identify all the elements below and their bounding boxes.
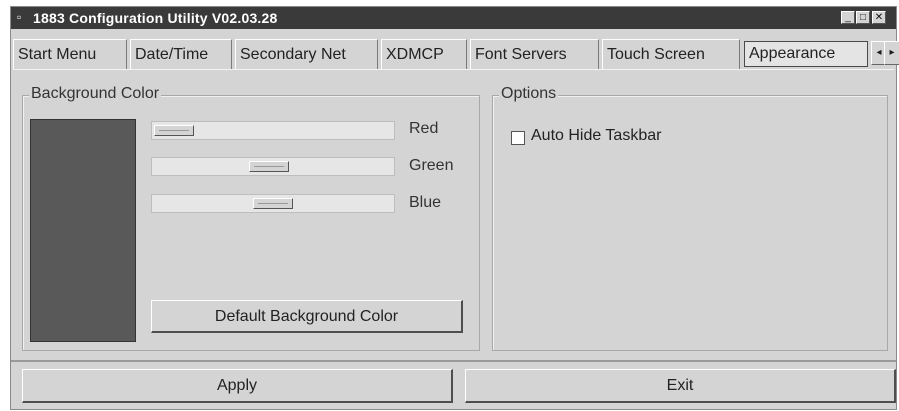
tab-strip: Start Menu Date/Time Secondary Net XDMCP… (13, 39, 899, 72)
tab-secondary-net[interactable]: Secondary Net (235, 39, 378, 69)
window-title: 1883 Configuration Utility V02.03.28 (33, 10, 278, 26)
tab-font-servers[interactable]: Font Servers (470, 39, 599, 69)
maximize-icon[interactable]: □ (856, 11, 870, 24)
button-label: Default Background Color (214, 308, 399, 325)
tab-label: Appearance (749, 45, 836, 62)
green-slider-thumb[interactable] (249, 161, 290, 172)
footer-separator (11, 360, 896, 362)
auto-hide-taskbar-label: Auto Hide Taskbar (531, 127, 662, 144)
tab-label: XDMCP (386, 46, 444, 63)
default-background-color-button[interactable]: Default Background Color (151, 300, 463, 333)
blue-slider-thumb[interactable] (253, 198, 293, 209)
tab-label: Secondary Net (240, 46, 346, 63)
apply-button[interactable]: Apply (22, 369, 453, 403)
background-color-title: Background Color (29, 85, 162, 103)
tab-label: Date/Time (135, 46, 209, 63)
blue-label: Blue (409, 194, 442, 211)
red-slider[interactable] (151, 121, 395, 140)
tab-label: Font Servers (475, 46, 567, 63)
title-bar[interactable]: ▫ 1883 Configuration Utility V02.03.28 _… (11, 7, 896, 29)
tab-date-time[interactable]: Date/Time (130, 39, 232, 69)
close-icon[interactable]: ✕ (872, 11, 886, 24)
tab-appearance[interactable]: Appearance (744, 41, 868, 67)
green-slider[interactable] (151, 157, 395, 176)
options-title: Options (499, 85, 559, 103)
tab-touch-screen[interactable]: Touch Screen (602, 39, 740, 69)
button-label: Exit (666, 377, 694, 394)
color-preview-swatch (30, 119, 136, 342)
auto-hide-taskbar-checkbox[interactable] (511, 131, 525, 145)
red-slider-thumb[interactable] (154, 125, 194, 136)
tab-label: Start Menu (18, 46, 97, 63)
exit-button[interactable]: Exit (465, 369, 896, 403)
configuration-window: ▫ 1883 Configuration Utility V02.03.28 _… (10, 6, 899, 410)
tab-label: Touch Screen (607, 46, 705, 63)
red-label: Red (409, 120, 439, 137)
blue-slider[interactable] (151, 194, 395, 213)
button-label: Apply (216, 377, 258, 394)
tab-start-menu[interactable]: Start Menu (13, 39, 127, 69)
tab-divider (13, 69, 894, 70)
tab-xdmcp[interactable]: XDMCP (381, 39, 467, 69)
minimize-icon[interactable]: _ (841, 11, 855, 24)
app-icon[interactable]: ▫ (17, 10, 21, 24)
green-label: Green (409, 157, 454, 174)
arrow-right-icon[interactable]: ▸ (884, 41, 899, 65)
